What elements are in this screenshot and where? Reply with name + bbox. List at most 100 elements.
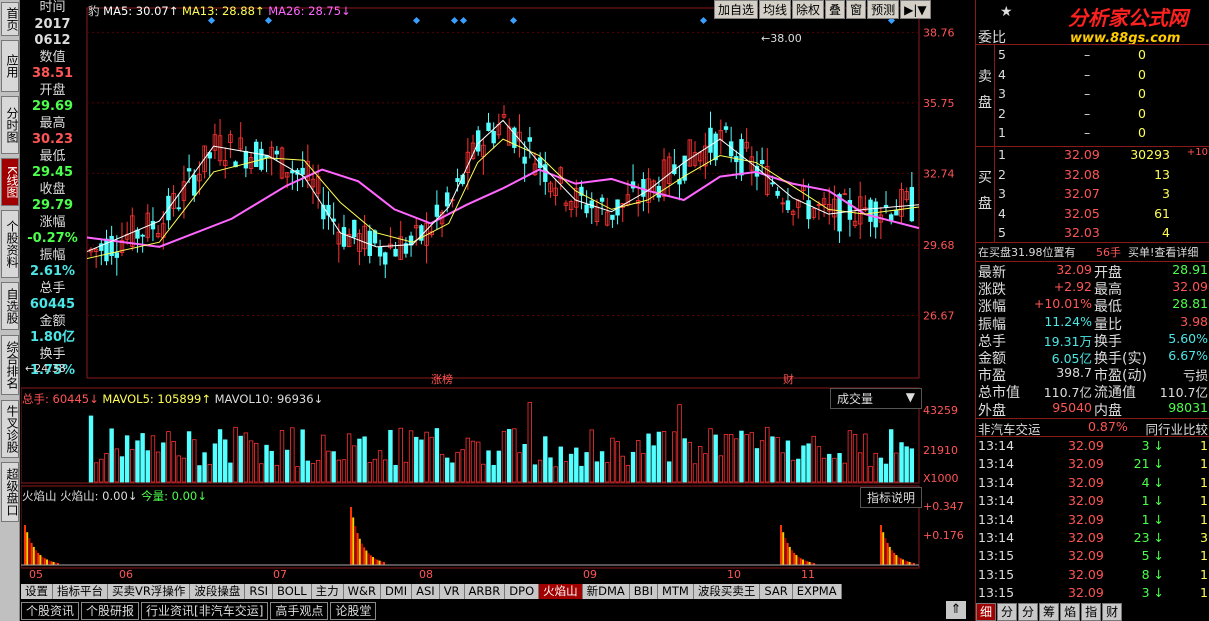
toolbar-btn-6[interactable]: ▶|▼ — [900, 0, 931, 19]
volume-bar — [594, 461, 600, 483]
left-tab-bar: 首页应用分时图 K线图个股资料自选股综合排名牛叉诊股超级盘口 — [0, 0, 20, 621]
indicator-tab-6[interactable]: 主力 — [311, 584, 344, 599]
info-tab-3[interactable]: 高手观点 — [270, 602, 329, 620]
indicator-tab-9[interactable]: ASI — [412, 584, 440, 599]
left-tab-1[interactable]: 应用 — [1, 40, 19, 92]
indicator-tab-10[interactable]: VR — [439, 584, 465, 599]
volume-bar — [367, 462, 372, 483]
industry-row[interactable]: 非汽车交运 0.87% 同行业比较 — [976, 419, 1209, 438]
left-tab-2[interactable]: 分时图 — [1, 96, 19, 154]
indicator-tab-2[interactable]: 买卖VR浮操作 — [108, 584, 191, 599]
candle-body — [883, 204, 889, 208]
candle-body — [326, 204, 331, 216]
indicator-tab-0[interactable]: 设置 — [21, 584, 53, 599]
toolbar-btn-1[interactable]: 均线 — [759, 0, 792, 19]
indicator-tab-1[interactable]: 指标平台 — [53, 584, 108, 599]
candle-body — [383, 252, 388, 265]
volume-bar — [610, 437, 615, 483]
tick-row: 13:15 32.09 8 ↓ 1 — [978, 566, 1208, 582]
indicator-tab-5[interactable]: BOLL — [273, 584, 312, 599]
quote-tab-1[interactable]: 分 — [997, 603, 1018, 621]
left-tab-8[interactable]: 超级盘口 — [1, 462, 19, 522]
quote-tab-6[interactable]: 财 — [1102, 603, 1123, 621]
volume-bar — [109, 428, 114, 483]
month-label-4: 09 — [583, 568, 597, 581]
candle-body — [408, 235, 414, 246]
chevron-down-icon: ▼ — [905, 390, 915, 404]
indicator-tab-16[interactable]: MTM — [657, 584, 694, 599]
volume-bar — [708, 428, 713, 483]
indicator-tab-14[interactable]: 新DMA — [582, 584, 630, 599]
indicator-tab-17[interactable]: 波段买卖王 — [693, 584, 761, 599]
quote-tab-0[interactable]: 细 — [976, 603, 997, 621]
volume-bar — [269, 450, 274, 483]
volume-bar — [785, 440, 791, 483]
indicator-help-button[interactable]: 指标说明 — [860, 487, 923, 508]
stat-row: 涨跌 +2.92 最高 32.09 — [978, 279, 1208, 299]
volume-bar — [548, 457, 553, 483]
left-tab-5[interactable]: 自选股 — [1, 282, 19, 330]
stat-row: 市盈 398.7 市盈(动) 亏损 — [978, 365, 1208, 385]
quote-tab-4[interactable]: 焰 — [1060, 603, 1081, 621]
info-tab-0[interactable]: 个股资讯 — [21, 602, 80, 620]
candle-body — [434, 204, 440, 217]
indicator-tab-19[interactable]: EXPMA — [792, 584, 842, 599]
volume-bar — [527, 401, 533, 483]
order-note[interactable]: 在买盘31.98位置有 56手 买单!查看详细 — [976, 244, 1209, 263]
signal-marker — [509, 16, 518, 25]
indicator-tab-11[interactable]: ARBR — [464, 584, 506, 599]
indicator-tab-12[interactable]: DPO — [505, 584, 540, 599]
left-tab-0[interactable]: 首页 — [1, 2, 19, 36]
volume-bar — [630, 451, 636, 483]
toolbar-btn-2[interactable]: 除权 — [792, 0, 825, 19]
toolbar-btn-5[interactable]: 预测 — [867, 0, 900, 19]
scroll-up-icon[interactable]: ⇑ — [946, 601, 966, 619]
toolbar-btn-3[interactable]: 叠 — [825, 0, 846, 19]
volume-bar — [284, 449, 290, 483]
volume-bar — [641, 452, 646, 483]
left-tab-6[interactable]: 综合排名 — [1, 335, 19, 395]
buy-row: 5 32.03 4 — [998, 225, 1170, 240]
indicator-tab-4[interactable]: RSI — [245, 584, 274, 599]
quote-tab-2[interactable]: 分 — [1018, 603, 1039, 621]
info-tab-2[interactable]: 行业资讯[非汽车交运] — [141, 602, 269, 620]
candle-body — [475, 130, 481, 152]
volume-bar — [362, 436, 367, 483]
volume-bar — [899, 442, 904, 483]
left-tab-4[interactable]: 个股资料 — [1, 210, 19, 278]
left-tab-7[interactable]: 牛叉诊股 — [1, 400, 19, 458]
quote-tab-3[interactable]: 筹 — [1039, 603, 1060, 621]
indicator-tab-15[interactable]: BBI — [629, 584, 658, 599]
volume-bar — [310, 463, 316, 483]
candle-body — [140, 234, 145, 237]
volume-indicator-dropdown[interactable]: 成交量 ▼ — [830, 388, 922, 409]
left-tab-3[interactable]: K线图 — [1, 158, 19, 206]
volume-bar — [253, 442, 259, 483]
info-tab-bar: 个股资讯 个股研报 行业资讯[非汽车交运] 高手观点 论股堂 — [21, 602, 378, 620]
indicator-tab-18[interactable]: SAR — [760, 584, 793, 599]
volume-bar — [197, 465, 202, 483]
indicator-tab-7[interactable]: W&R — [343, 584, 381, 599]
indicator-tab-8[interactable]: DMI — [380, 584, 413, 599]
toolbar-btn-4[interactable]: 窗 — [846, 0, 867, 19]
volume-bar — [207, 463, 212, 483]
candle-body — [486, 122, 491, 131]
info-tab-1[interactable]: 个股研报 — [81, 602, 140, 620]
volume-bar — [481, 463, 486, 483]
toolbar-btn-0[interactable]: 加自选 — [714, 0, 759, 19]
volume-bar — [383, 459, 388, 483]
volume-bar — [734, 438, 739, 483]
volume-bar — [408, 430, 414, 483]
indicator-tab-3[interactable]: 波段操盘 — [190, 584, 246, 599]
indicator-tab-13[interactable]: 火焰山 — [539, 584, 583, 599]
candle-body — [909, 187, 915, 222]
volume-bar — [682, 438, 687, 483]
volume-bar — [599, 451, 605, 483]
info-tab-4[interactable]: 论股堂 — [330, 602, 377, 620]
volume-bar — [888, 429, 894, 483]
volume-bar — [192, 439, 197, 483]
ma26-label: MA26: 28.75↓ — [268, 4, 351, 18]
quote-tab-5[interactable]: 指 — [1081, 603, 1102, 621]
kline-chart[interactable]: 38.76 35.75 32.74 29.68 26.67 ←38.00 ←24.38 涨榜 财… — [21, 0, 975, 600]
volume-bar — [393, 464, 398, 483]
